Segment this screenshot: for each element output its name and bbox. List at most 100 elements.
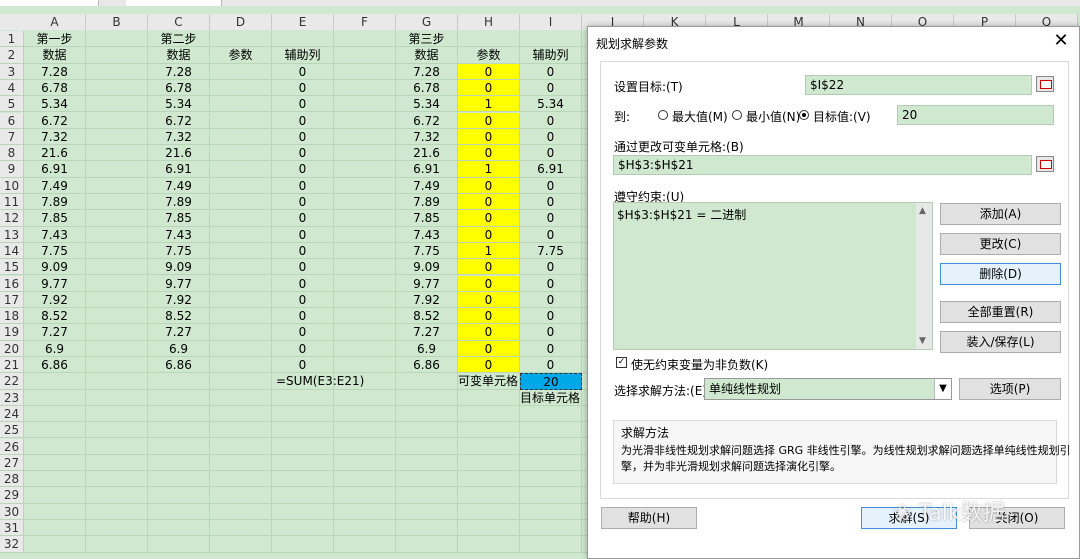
cell[interactable] <box>148 422 210 439</box>
row-header[interactable]: 12 <box>0 210 24 227</box>
cell[interactable] <box>86 31 148 48</box>
cell[interactable]: 0 <box>520 145 582 162</box>
cell[interactable]: 辅助列 <box>272 47 334 64</box>
nonneg-checkbox[interactable]: ✓ <box>616 357 627 368</box>
cell[interactable]: 0 <box>272 210 334 227</box>
cell[interactable] <box>334 210 396 227</box>
cell[interactable]: 7.28 <box>396 63 458 80</box>
cell[interactable] <box>210 340 272 357</box>
cell[interactable] <box>210 308 272 325</box>
cell[interactable] <box>210 242 272 260</box>
collapse-ref-icon[interactable] <box>1036 156 1054 172</box>
cell[interactable]: 0 <box>520 210 582 227</box>
row-header[interactable]: 14 <box>0 242 24 260</box>
cell[interactable]: 0 <box>272 145 334 162</box>
cell[interactable]: 5.34 <box>148 96 210 113</box>
cell[interactable] <box>334 259 396 276</box>
cell[interactable] <box>86 177 148 194</box>
cell[interactable]: 0 <box>520 291 582 309</box>
cell[interactable] <box>334 373 396 390</box>
cell[interactable]: 0 <box>272 63 334 80</box>
cell[interactable] <box>334 324 396 341</box>
changing-cells-input[interactable]: $H$3:$H$21 <box>613 155 1032 175</box>
cell[interactable]: 9.77 <box>396 275 458 292</box>
cell[interactable]: 0 <box>458 177 520 194</box>
cell[interactable] <box>396 373 458 390</box>
cell[interactable] <box>210 438 272 455</box>
cell[interactable]: 7.75 <box>396 242 458 260</box>
cell[interactable] <box>396 487 458 504</box>
column-header[interactable]: E <box>272 14 334 30</box>
cell[interactable]: 7.27 <box>24 324 86 341</box>
cell[interactable]: 9.09 <box>396 259 458 276</box>
row-header[interactable]: 3 <box>0 63 24 80</box>
cell[interactable] <box>86 275 148 292</box>
cell[interactable] <box>334 291 396 309</box>
cell[interactable]: 0 <box>520 275 582 292</box>
max-radio[interactable] <box>658 110 668 120</box>
cell[interactable]: 6.86 <box>148 357 210 374</box>
cell[interactable] <box>210 128 272 146</box>
cell[interactable]: 第三步 <box>396 31 458 48</box>
cell[interactable] <box>210 324 272 341</box>
select-all-corner[interactable] <box>0 14 25 30</box>
cell[interactable] <box>334 357 396 374</box>
cell[interactable] <box>520 454 582 472</box>
cell[interactable]: 0 <box>458 145 520 162</box>
cell[interactable] <box>86 536 148 553</box>
change-button[interactable]: 更改(C) <box>940 233 1061 255</box>
help-button[interactable]: 帮助(H) <box>601 507 697 529</box>
cell[interactable] <box>210 63 272 80</box>
cell[interactable] <box>334 112 396 129</box>
constraints-list[interactable]: $H$3:$H$21 = 二进制 ▲ ▼ <box>613 202 933 350</box>
cell[interactable] <box>458 536 520 553</box>
cell[interactable]: 7.49 <box>396 177 458 194</box>
row-header[interactable]: 23 <box>0 389 24 406</box>
cell[interactable]: 0 <box>520 308 582 325</box>
cell[interactable]: 6.86 <box>396 357 458 374</box>
cell[interactable]: 0 <box>458 275 520 292</box>
cell[interactable]: 6.91 <box>24 161 86 178</box>
cell[interactable] <box>210 422 272 439</box>
cell[interactable]: 7.85 <box>148 210 210 227</box>
cell[interactable] <box>24 454 86 472</box>
cell[interactable] <box>24 471 86 488</box>
cell[interactable]: 7.27 <box>148 324 210 341</box>
cell[interactable]: 0 <box>272 177 334 194</box>
row-header[interactable]: 18 <box>0 308 24 325</box>
cell[interactable] <box>24 389 86 406</box>
cell[interactable] <box>210 520 272 537</box>
cell[interactable] <box>86 259 148 276</box>
cell[interactable]: 7.75 <box>520 242 582 260</box>
row-header[interactable]: 27 <box>0 454 24 472</box>
row-header[interactable]: 21 <box>0 357 24 374</box>
cell[interactable]: 0 <box>272 308 334 325</box>
cell[interactable]: 0 <box>458 226 520 243</box>
cell[interactable] <box>24 503 86 520</box>
cell[interactable] <box>458 503 520 520</box>
cell[interactable] <box>334 194 396 211</box>
cell[interactable] <box>148 520 210 537</box>
cell[interactable]: 7.27 <box>396 324 458 341</box>
cell[interactable] <box>520 503 582 520</box>
cell[interactable]: 6.72 <box>24 112 86 129</box>
cell[interactable] <box>272 536 334 553</box>
column-header[interactable]: G <box>396 14 458 30</box>
cell[interactable]: 20 <box>520 373 582 390</box>
cell[interactable] <box>86 503 148 520</box>
cell[interactable]: 0 <box>458 324 520 341</box>
cell[interactable]: 6.72 <box>396 112 458 129</box>
close-icon[interactable]: ✕ <box>1049 29 1073 53</box>
row-header[interactable]: 32 <box>0 536 24 553</box>
cell[interactable] <box>272 31 334 48</box>
cell[interactable] <box>86 47 148 64</box>
cell[interactable] <box>396 405 458 423</box>
cell[interactable] <box>334 454 396 472</box>
cell[interactable] <box>24 422 86 439</box>
cell[interactable] <box>210 259 272 276</box>
column-header[interactable]: B <box>86 14 148 30</box>
cell[interactable]: 0 <box>520 194 582 211</box>
cell[interactable] <box>334 145 396 162</box>
cell[interactable] <box>86 422 148 439</box>
cell[interactable] <box>396 471 458 488</box>
